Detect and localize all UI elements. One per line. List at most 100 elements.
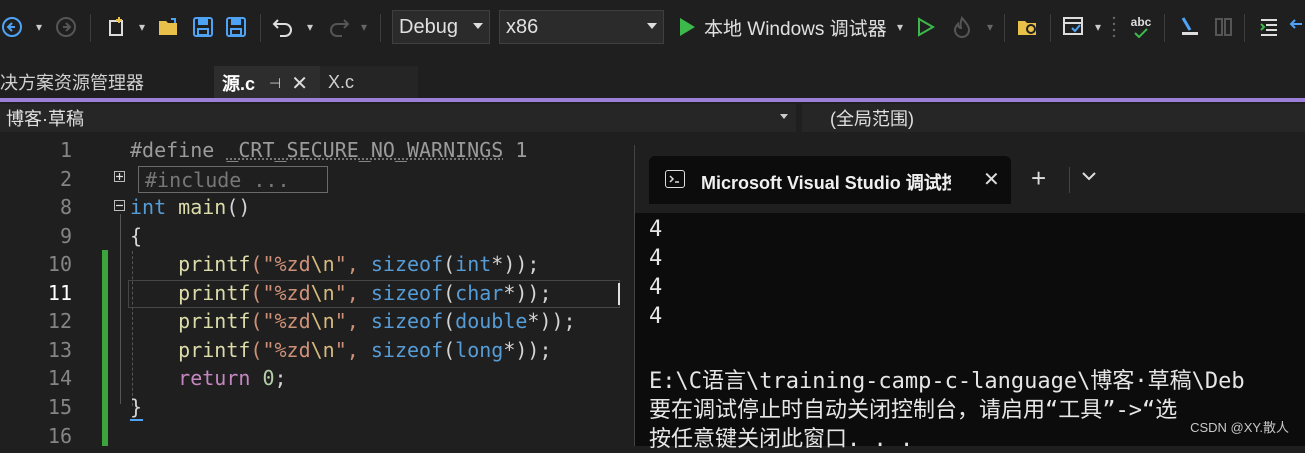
escape-seq: \n [310, 309, 335, 333]
main-toolbar: ▾ ▾ ▾ ▾ Debug x86 本地 Windows 调试器 ▾ ▾ ▾ a… [0, 0, 1305, 56]
insert-breakpoint-icon[interactable] [1176, 12, 1202, 42]
expand-icon[interactable] [114, 171, 125, 182]
run-label: 本地 Windows 调试器 [704, 18, 887, 40]
chevron-down-icon [473, 23, 483, 29]
tab-x-c[interactable]: X.c [320, 66, 418, 98]
code-line-1: #define _CRT_SECURE_NO_WARNINGS 1 [130, 138, 527, 162]
new-tab-plus-icon[interactable]: + [1031, 165, 1046, 191]
change-tracking-bar [102, 250, 108, 446]
toolbar-overflow-icon[interactable] [1288, 12, 1305, 42]
spell-check-icon[interactable]: abc [1124, 12, 1158, 42]
line-number: 10 [47, 252, 72, 276]
line-number: 14 [47, 366, 72, 390]
brace: } [130, 395, 143, 419]
line-number: 15 [47, 395, 72, 419]
scope-select[interactable]: (全局范围) [802, 104, 1305, 132]
code-editor[interactable]: 1 2 8 9 10 11 12 13 14 15 16 #define _CR… [0, 134, 640, 448]
solution-config-select[interactable]: Debug [392, 10, 490, 44]
close-icon[interactable]: ✕ [291, 71, 308, 96]
line-number: 16 [47, 424, 72, 448]
project-select-value: 博客·草稿 [6, 109, 84, 129]
function-call: printf [178, 338, 251, 362]
redo-icon[interactable] [326, 12, 352, 42]
save-all-icon[interactable] [222, 12, 250, 42]
terminal-tab[interactable]: Microsoft Visual Studio 调试控 ✕ [649, 156, 1011, 204]
new-project-icon[interactable] [102, 12, 132, 42]
platform-select[interactable]: x86 [499, 10, 664, 44]
forward-icon[interactable] [54, 12, 78, 42]
bookmark-icon[interactable] [1210, 12, 1236, 42]
terminal-tab-title: Microsoft Visual Studio 调试控 [701, 173, 951, 193]
type-keyword: char [455, 281, 504, 305]
redo-dropdown-icon[interactable]: ▾ [358, 12, 370, 42]
string-end: ", [334, 338, 371, 362]
undo-icon[interactable] [270, 12, 296, 42]
type-keyword: long [455, 338, 504, 362]
code-line-11: printf("%zd\n", sizeof(char*)); [178, 281, 552, 305]
text-caret [618, 283, 620, 305]
line-number: 8 [59, 195, 72, 219]
code-line-14: return 0; [130, 366, 286, 390]
debug-console-window[interactable]: Microsoft Visual Studio 调试控 ✕ + 4 4 4 4 … [634, 145, 1305, 452]
number-literal: 0 [262, 366, 275, 390]
line-number: 2 [59, 167, 72, 191]
chevron-down-icon[interactable] [1081, 169, 1097, 187]
start-debug-icon[interactable] [676, 12, 698, 42]
tab-source-c-label: 源.c [222, 74, 256, 94]
escape-seq: \n [310, 281, 335, 305]
outline-guide [120, 214, 121, 404]
keyword: sizeof [370, 281, 444, 305]
collapsed-include: #include ... [145, 168, 290, 192]
find-in-files-icon[interactable] [1014, 12, 1042, 42]
tab-solution-explorer-label: 决方案资源管理器 [0, 73, 144, 93]
start-without-debug-icon[interactable] [914, 12, 938, 42]
keyword: sizeof [370, 338, 444, 362]
macro-name: _CRT_SECURE_NO_WARNINGS [226, 138, 504, 162]
browser-link-icon[interactable] [1060, 12, 1088, 42]
chevron-down-icon [780, 114, 788, 119]
output-line: 4 [649, 217, 663, 242]
pin-icon[interactable]: ⊣ [269, 75, 281, 92]
close-icon[interactable]: ✕ [983, 167, 1000, 192]
line-number: 9 [59, 224, 72, 248]
type-keyword: int [455, 252, 492, 276]
string-start: ("%zd [250, 309, 311, 333]
string-start: ("%zd [250, 281, 311, 305]
auto-close-hint-line: 要在调试停止时自动关闭控制台，请启用“工具”->“选 [649, 398, 1178, 423]
terminal-tab-bar: Microsoft Visual Studio 调试控 ✕ + [635, 145, 1305, 213]
grip-icon[interactable] [1110, 12, 1118, 42]
parens: () [226, 195, 251, 219]
string-end: ", [334, 252, 371, 276]
browser-dropdown-icon[interactable]: ▾ [1092, 12, 1104, 42]
open-folder-icon[interactable] [155, 12, 183, 42]
keyword: int [130, 195, 167, 219]
run-dropdown-icon[interactable]: ▾ [893, 12, 907, 42]
output-line: 4 [649, 246, 663, 271]
new-dropdown-icon[interactable]: ▾ [136, 12, 148, 42]
function-call: printf [178, 252, 251, 276]
back-dropdown-icon[interactable]: ▾ [32, 12, 46, 42]
save-icon[interactable] [189, 12, 217, 42]
punct: *)); [491, 252, 540, 276]
string-end: ", [334, 309, 371, 333]
line-number-current: 11 [47, 281, 72, 305]
output-line: 4 [649, 304, 663, 329]
start-debug-button[interactable]: 本地 Windows 调试器 [704, 12, 887, 42]
brace: { [130, 224, 143, 248]
function-name: main [178, 195, 227, 219]
tab-solution-explorer[interactable]: 决方案资源管理器 [0, 66, 210, 98]
punct: *)); [503, 281, 552, 305]
comment-lines-icon[interactable] [1256, 12, 1282, 42]
hot-reload-dropdown-icon[interactable]: ▾ [984, 12, 996, 42]
hot-reload-icon[interactable] [948, 12, 976, 42]
keyword-return: return [178, 366, 251, 390]
code-line-10: printf("%zd\n", sizeof(int*)); [178, 252, 540, 276]
collapse-icon[interactable] [114, 200, 125, 211]
output-line: 4 [649, 275, 663, 300]
tab-source-c[interactable]: 源.c ⊣ ✕ [214, 66, 320, 98]
undo-dropdown-icon[interactable]: ▾ [304, 12, 316, 42]
project-select[interactable]: 博客·草稿 [0, 104, 796, 132]
collapsed-region[interactable]: #include ... [138, 166, 328, 193]
back-icon[interactable] [0, 12, 24, 42]
macro-value: 1 [503, 138, 528, 162]
